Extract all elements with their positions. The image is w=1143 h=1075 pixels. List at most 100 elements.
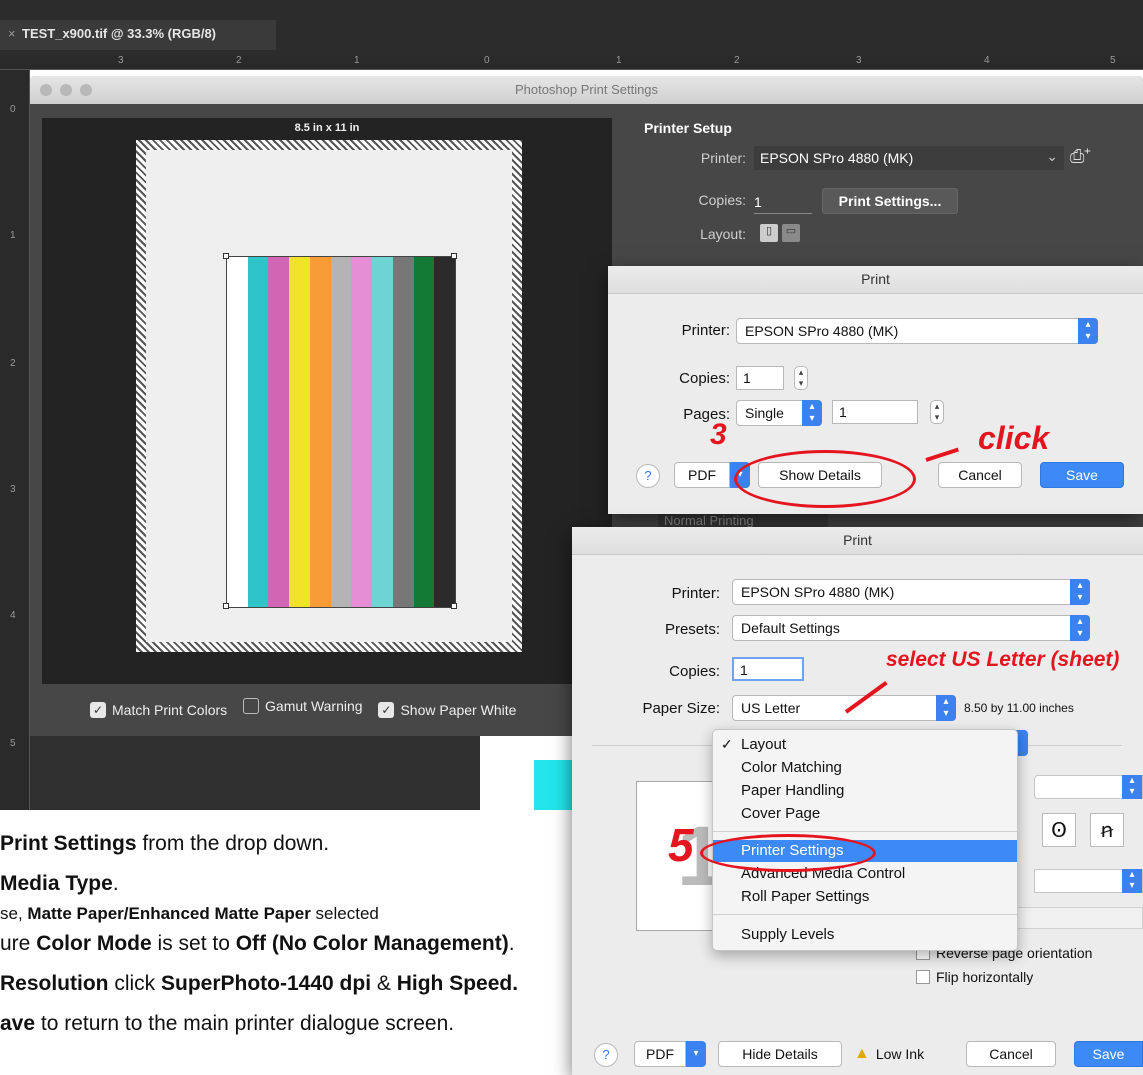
ruler-tick: 3 — [118, 55, 124, 66]
cancel-button[interactable]: Cancel — [966, 1041, 1056, 1067]
pdf-button[interactable]: PDF — [634, 1041, 686, 1067]
ruler-tick: 3 — [10, 484, 16, 495]
color-bar — [351, 257, 373, 607]
instruction-emphasis: ave — [0, 1012, 36, 1035]
close-tab-icon[interactable]: × — [8, 26, 16, 41]
color-bar — [392, 257, 415, 607]
instruction-text: click — [108, 972, 161, 995]
checkbox-label: Match Print Colors — [112, 702, 228, 718]
pages-mode-popup[interactable]: Single ▴ ▾ — [736, 400, 822, 426]
layout-direction-icon[interactable]: ꞥ — [1090, 813, 1124, 847]
save-button[interactable]: Save — [1040, 462, 1124, 488]
instruction-emphasis: Print Settings — [0, 832, 137, 855]
landscape-layout-icon[interactable]: ▭ — [782, 224, 800, 242]
instruction-text: se, — [0, 904, 28, 923]
pages-stepper[interactable]: ▴ ▾ — [930, 400, 944, 424]
zoom-window-icon[interactable] — [80, 84, 92, 96]
paper-size-popup[interactable]: US Letter ▴ ▾ — [732, 695, 956, 721]
copies-label: Copies: — [698, 192, 746, 208]
hide-details-button[interactable]: Hide Details — [718, 1041, 842, 1067]
ruler-tick: 0 — [10, 104, 16, 115]
paper-size-label: 8.5 in x 11 in — [294, 122, 360, 134]
printer-popup[interactable]: EPSON SPro 4880 (MK) ▴ ▾ — [732, 579, 1090, 605]
click-annotation: click — [978, 420, 1050, 456]
menu-item-layout[interactable]: Layout — [713, 734, 1017, 756]
instruction-emphasis: SuperPhoto-1440 dpi — [161, 972, 372, 995]
copies-input[interactable]: 1 — [754, 194, 812, 214]
window-title: Photoshop Print Settings — [514, 82, 659, 97]
popup-stepper-icon: ▴ ▾ — [1070, 615, 1090, 641]
add-printer-icon[interactable]: ⎙⁺ — [1070, 146, 1100, 170]
instruction-emphasis: Resolution — [0, 972, 109, 995]
instruction-line: Print Settings from the drop down. — [0, 832, 329, 856]
layout-option-popup[interactable]: ▴ ▾ — [1034, 775, 1143, 799]
layout-direction-icon[interactable]: Ꙩ — [1042, 813, 1076, 847]
portrait-layout-icon[interactable]: ▯ — [760, 224, 778, 242]
menu-item-supply-levels[interactable]: Supply Levels — [713, 924, 1017, 946]
printer-select-value: EPSON SPro 4880 (MK) — [760, 150, 914, 166]
ruler-tick: 4 — [10, 610, 16, 621]
help-button[interactable]: ? — [594, 1043, 618, 1067]
copies-field[interactable]: 1 — [736, 366, 784, 390]
ruler-tick: 2 — [734, 55, 740, 66]
instruction-line: ure Color Mode is set to Off (No Color M… — [0, 932, 515, 956]
paper-preview — [136, 140, 522, 652]
show-paper-white-checkbox[interactable]: ✓ Show Paper White — [378, 702, 516, 718]
document-tab[interactable]: × TEST_x900.tif @ 33.3% (RGB/8) — [0, 20, 276, 50]
popup-stepper-icon: ▴ ▾ — [936, 695, 956, 721]
menu-item-paper-handling[interactable]: Paper Handling — [713, 780, 1017, 802]
checkbox-unchecked-icon — [243, 698, 260, 714]
print-settings-button[interactable]: Print Settings... — [822, 188, 958, 214]
checkbox-checked-icon: ✓ — [90, 702, 106, 718]
color-bar — [434, 257, 456, 607]
save-button[interactable]: Save — [1074, 1041, 1143, 1067]
printer-select[interactable]: EPSON SPro 4880 (MK) ⌄ — [754, 146, 1064, 170]
color-bar — [413, 257, 435, 607]
resize-handle[interactable] — [451, 603, 457, 609]
presets-popup-value: Default Settings — [741, 620, 840, 636]
copies-stepper[interactable]: ▴ ▾ — [794, 366, 808, 390]
popup-stepper-icon: ▴ ▾ — [1122, 869, 1142, 893]
gamut-warning-checkbox[interactable]: Gamut Warning — [243, 698, 363, 714]
preview-options: ✓ Match Print Colors Gamut Warning ✓ Sho… — [90, 698, 630, 720]
menu-item-cover-page[interactable]: Cover Page — [713, 803, 1017, 825]
resize-handle[interactable] — [451, 253, 457, 259]
minimize-window-icon[interactable] — [60, 84, 72, 96]
presets-popup[interactable]: Default Settings ▴ ▾ — [732, 615, 1090, 641]
paper-size-value: US Letter — [741, 700, 801, 716]
dialog-title: Print — [572, 527, 1143, 555]
help-button[interactable]: ? — [636, 464, 660, 488]
checkbox-label: Gamut Warning — [265, 698, 363, 714]
printer-label: Printer: — [700, 150, 746, 166]
pdf-button[interactable]: PDF — [674, 462, 730, 488]
image-preview[interactable] — [223, 253, 457, 609]
paper-size-label: Paper Size: — [642, 700, 720, 717]
match-print-colors-checkbox[interactable]: ✓ Match Print Colors — [90, 702, 227, 718]
cancel-button[interactable]: Cancel — [938, 462, 1022, 488]
menu-separator — [713, 914, 1017, 915]
resize-handle[interactable] — [223, 253, 229, 259]
instruction-text: from the drop down. — [136, 832, 330, 855]
pages-field[interactable]: 1 — [832, 400, 918, 424]
horizontal-ruler: 3 2 1 0 1 2 3 4 5 — [0, 55, 1143, 70]
instruction-text: is set to — [151, 932, 236, 955]
instruction-emphasis: High Speed. — [396, 972, 519, 995]
printer-popup[interactable]: EPSON SPro 4880 (MK) ▴ ▾ — [736, 318, 1098, 344]
color-bar — [309, 257, 332, 607]
menu-item-color-matching[interactable]: Color Matching — [713, 757, 1017, 779]
close-window-icon[interactable] — [40, 84, 52, 96]
resize-handle[interactable] — [223, 603, 229, 609]
dialog-title: Print — [608, 266, 1143, 294]
flip-horizontally-checkbox[interactable]: Flip horizontally — [916, 969, 1033, 985]
printer-popup-value: EPSON SPro 4880 (MK) — [741, 584, 895, 600]
menu-item-roll-paper-settings[interactable]: Roll Paper Settings — [713, 886, 1017, 908]
copies-field[interactable]: 1 — [732, 657, 804, 681]
low-ink-label: Low Ink — [875, 1046, 925, 1062]
ruler-tick: 2 — [236, 55, 242, 66]
color-bar — [268, 257, 290, 607]
instruction-line: Resolution click SuperPhoto-1440 dpi & H… — [0, 972, 518, 996]
color-bar — [330, 257, 352, 607]
pdf-menu-icon[interactable]: ▾ — [686, 1041, 706, 1067]
border-popup[interactable]: ▴ ▾ — [1034, 869, 1143, 893]
color-bar — [372, 257, 394, 607]
